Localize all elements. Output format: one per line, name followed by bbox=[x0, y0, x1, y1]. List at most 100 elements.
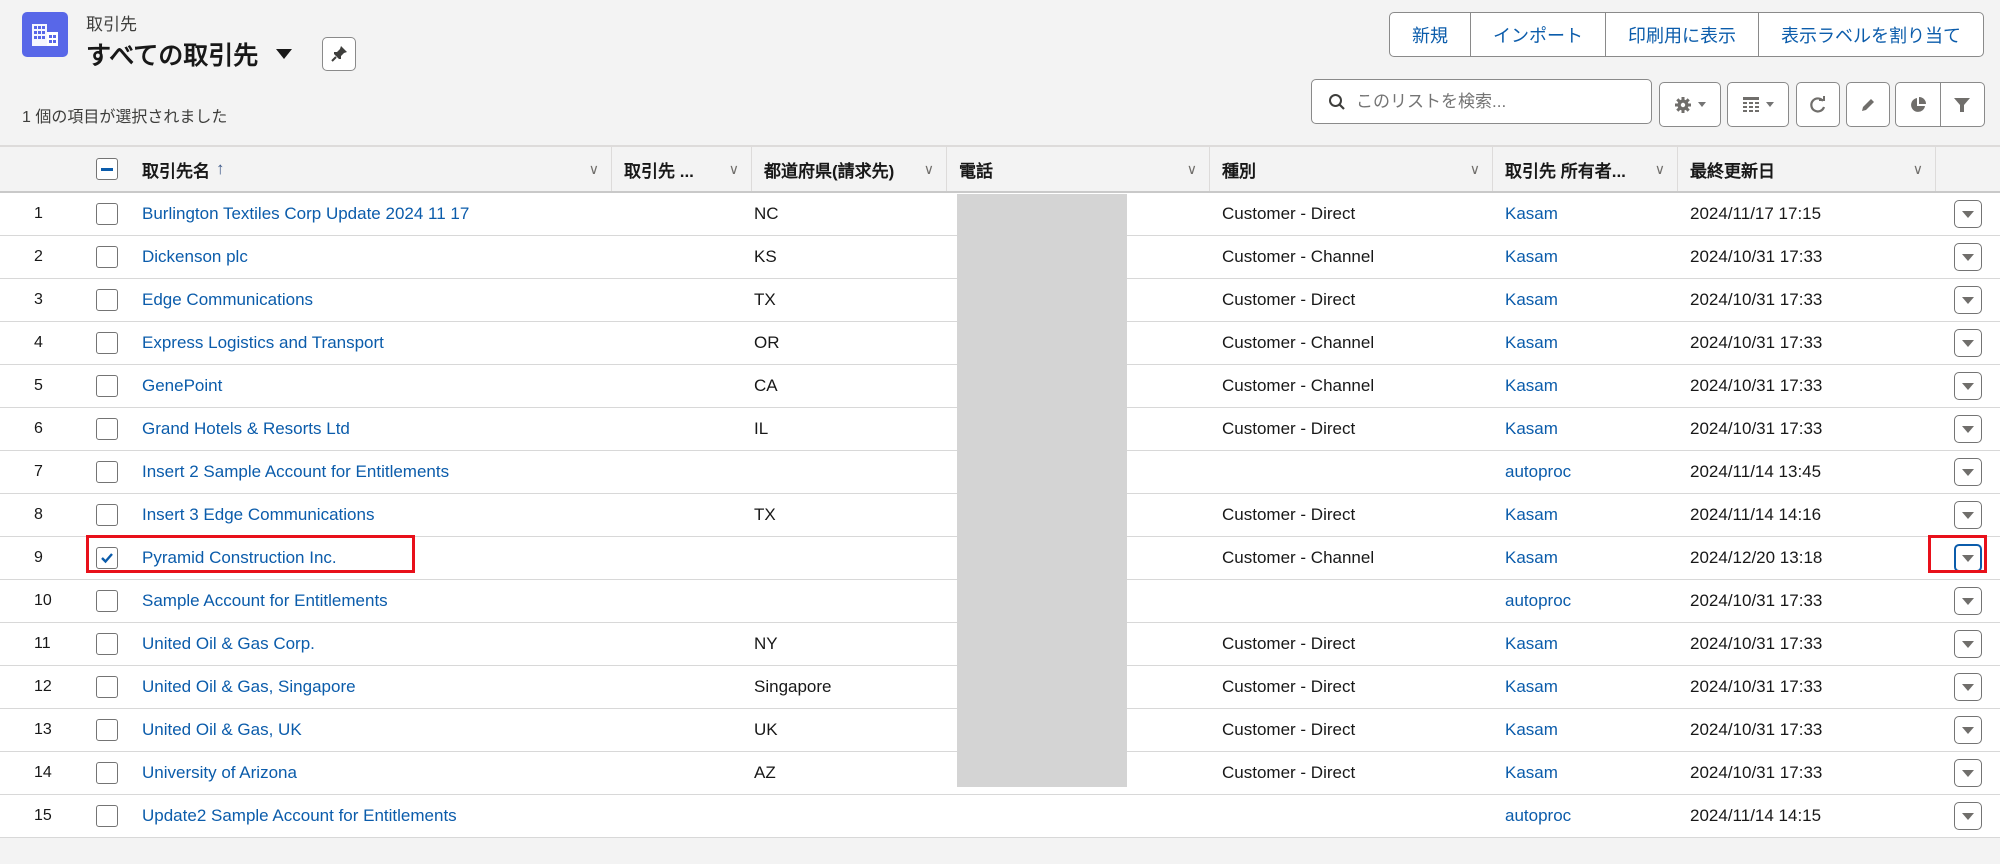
row-checkbox[interactable] bbox=[96, 590, 118, 612]
row-action-menu-button[interactable] bbox=[1954, 200, 1982, 228]
column-header-phone[interactable]: 電話 ∨ bbox=[947, 147, 1210, 191]
account-name-link[interactable]: Pyramid Construction Inc. bbox=[142, 548, 612, 568]
column-header-billing-state[interactable]: 都道府県(請求先) ∨ bbox=[752, 147, 947, 191]
owner-link[interactable]: autoproc bbox=[1493, 591, 1678, 611]
new-button[interactable]: 新規 bbox=[1390, 13, 1470, 56]
owner-link[interactable]: Kasam bbox=[1493, 333, 1678, 353]
show-chart-button[interactable] bbox=[1896, 83, 1940, 126]
row-checkbox[interactable] bbox=[96, 332, 118, 354]
row-checkbox[interactable] bbox=[96, 676, 118, 698]
column-header-last-modified[interactable]: 最終更新日 ∨ bbox=[1678, 147, 1936, 191]
account-name-link[interactable]: Insert 3 Edge Communications bbox=[142, 505, 612, 525]
account-name-link[interactable]: University of Arizona bbox=[142, 763, 612, 783]
type-cell: Customer - Direct bbox=[1222, 204, 1356, 223]
account-name-link[interactable]: Insert 2 Sample Account for Entitlements bbox=[142, 462, 612, 482]
pin-list-view-button[interactable] bbox=[322, 37, 356, 71]
account-name-link[interactable]: Grand Hotels & Resorts Ltd bbox=[142, 419, 612, 439]
owner-link[interactable]: Kasam bbox=[1493, 505, 1678, 525]
display-as-button[interactable] bbox=[1727, 82, 1789, 127]
row-checkbox[interactable] bbox=[96, 805, 118, 827]
list-view-selector[interactable]: すべての取引先 bbox=[86, 36, 293, 72]
owner-link[interactable]: Kasam bbox=[1493, 548, 1678, 568]
owner-link[interactable]: Kasam bbox=[1493, 720, 1678, 740]
chevron-down-icon[interactable]: ∨ bbox=[1913, 161, 1923, 178]
row-checkbox[interactable] bbox=[96, 203, 118, 225]
account-name-link[interactable]: GenePoint bbox=[142, 376, 612, 396]
chevron-down-icon[interactable]: ∨ bbox=[1187, 161, 1197, 178]
chevron-down-icon[interactable]: ∨ bbox=[1655, 161, 1665, 178]
row-action-menu-button[interactable] bbox=[1954, 630, 1982, 658]
row-action-menu-button[interactable] bbox=[1954, 673, 1982, 701]
account-name-link[interactable]: United Oil & Gas, UK bbox=[142, 720, 612, 740]
chevron-down-icon[interactable]: ∨ bbox=[924, 161, 934, 178]
owner-link[interactable]: Kasam bbox=[1493, 677, 1678, 697]
select-all-checkbox[interactable] bbox=[96, 158, 118, 180]
column-label: 電話 bbox=[959, 161, 993, 181]
row-checkbox[interactable] bbox=[96, 633, 118, 655]
row-checkbox[interactable] bbox=[96, 719, 118, 741]
owner-link[interactable]: Kasam bbox=[1493, 376, 1678, 396]
search-input[interactable] bbox=[1356, 91, 1646, 112]
account-name-link[interactable]: Burlington Textiles Corp Update 2024 11 … bbox=[142, 204, 612, 224]
chevron-down-icon[interactable]: ∨ bbox=[1470, 161, 1480, 178]
list-search-box[interactable] bbox=[1311, 79, 1652, 124]
row-action-menu-button[interactable] bbox=[1954, 802, 1982, 830]
row-action-menu-button[interactable] bbox=[1954, 544, 1982, 572]
chevron-down-icon bbox=[1962, 812, 1974, 820]
account-name-link[interactable]: Edge Communications bbox=[142, 290, 612, 310]
row-checkbox[interactable] bbox=[96, 762, 118, 784]
column-header-account-name[interactable]: 取引先名 ↑ ∨ bbox=[142, 147, 612, 191]
import-button[interactable]: インポート bbox=[1470, 13, 1605, 56]
chevron-down-icon[interactable] bbox=[276, 49, 293, 59]
owner-link[interactable]: Kasam bbox=[1493, 634, 1678, 654]
owner-link[interactable]: Kasam bbox=[1493, 247, 1678, 267]
row-checkbox[interactable] bbox=[96, 375, 118, 397]
row-checkbox[interactable] bbox=[96, 461, 118, 483]
row-number: 5 bbox=[34, 377, 43, 394]
last-modified-cell: 2024/10/31 17:33 bbox=[1690, 290, 1823, 309]
column-header-type[interactable]: 種別 ∨ bbox=[1210, 147, 1493, 191]
row-action-menu-button[interactable] bbox=[1954, 501, 1982, 529]
column-header-account-site[interactable]: 取引先 ... ∨ bbox=[612, 147, 752, 191]
row-checkbox[interactable] bbox=[96, 547, 118, 569]
account-name-link[interactable]: Sample Account for Entitlements bbox=[142, 591, 612, 611]
account-name-link[interactable]: United Oil & Gas, Singapore bbox=[142, 677, 612, 697]
row-action-menu-button[interactable] bbox=[1954, 372, 1982, 400]
inline-edit-button[interactable] bbox=[1846, 82, 1890, 127]
column-label: 種別 bbox=[1222, 161, 1256, 181]
filter-button[interactable] bbox=[1939, 83, 1985, 126]
owner-link[interactable]: autoproc bbox=[1493, 806, 1678, 826]
row-action-menu-button[interactable] bbox=[1954, 243, 1982, 271]
chevron-down-icon[interactable]: ∨ bbox=[729, 161, 739, 178]
table-header: 取引先名 ↑ ∨ 取引先 ... ∨ 都道府県(請求先) ∨ 電話 ∨ 種別 ∨ … bbox=[0, 145, 2000, 193]
row-checkbox[interactable] bbox=[96, 504, 118, 526]
owner-link[interactable]: Kasam bbox=[1493, 419, 1678, 439]
account-name-link[interactable]: United Oil & Gas Corp. bbox=[142, 634, 612, 654]
row-checkbox[interactable] bbox=[96, 289, 118, 311]
owner-link[interactable]: Kasam bbox=[1493, 763, 1678, 783]
row-action-menu-button[interactable] bbox=[1954, 759, 1982, 787]
row-action-menu-button[interactable] bbox=[1954, 329, 1982, 357]
row-checkbox[interactable] bbox=[96, 418, 118, 440]
row-action-menu-button[interactable] bbox=[1954, 716, 1982, 744]
row-action-menu-button[interactable] bbox=[1954, 587, 1982, 615]
row-action-menu-button[interactable] bbox=[1954, 458, 1982, 486]
billing-state-cell: OR bbox=[754, 333, 780, 352]
row-select-cell bbox=[86, 547, 142, 569]
owner-link[interactable]: Kasam bbox=[1493, 204, 1678, 224]
owner-link[interactable]: Kasam bbox=[1493, 290, 1678, 310]
row-action-cell bbox=[1936, 200, 2000, 228]
refresh-button[interactable] bbox=[1796, 82, 1840, 127]
printable-view-button[interactable]: 印刷用に表示 bbox=[1605, 13, 1758, 56]
column-header-owner[interactable]: 取引先 所有者... ∨ bbox=[1493, 147, 1678, 191]
owner-link[interactable]: autoproc bbox=[1493, 462, 1678, 482]
row-checkbox[interactable] bbox=[96, 246, 118, 268]
account-name-link[interactable]: Express Logistics and Transport bbox=[142, 333, 612, 353]
list-settings-button[interactable] bbox=[1659, 82, 1721, 127]
row-action-menu-button[interactable] bbox=[1954, 415, 1982, 443]
row-action-menu-button[interactable] bbox=[1954, 286, 1982, 314]
account-name-link[interactable]: Dickenson plc bbox=[142, 247, 612, 267]
assign-label-button[interactable]: 表示ラベルを割り当て bbox=[1758, 13, 1983, 56]
account-name-link[interactable]: Update2 Sample Account for Entitlements bbox=[142, 806, 612, 826]
chevron-down-icon[interactable]: ∨ bbox=[589, 161, 599, 178]
